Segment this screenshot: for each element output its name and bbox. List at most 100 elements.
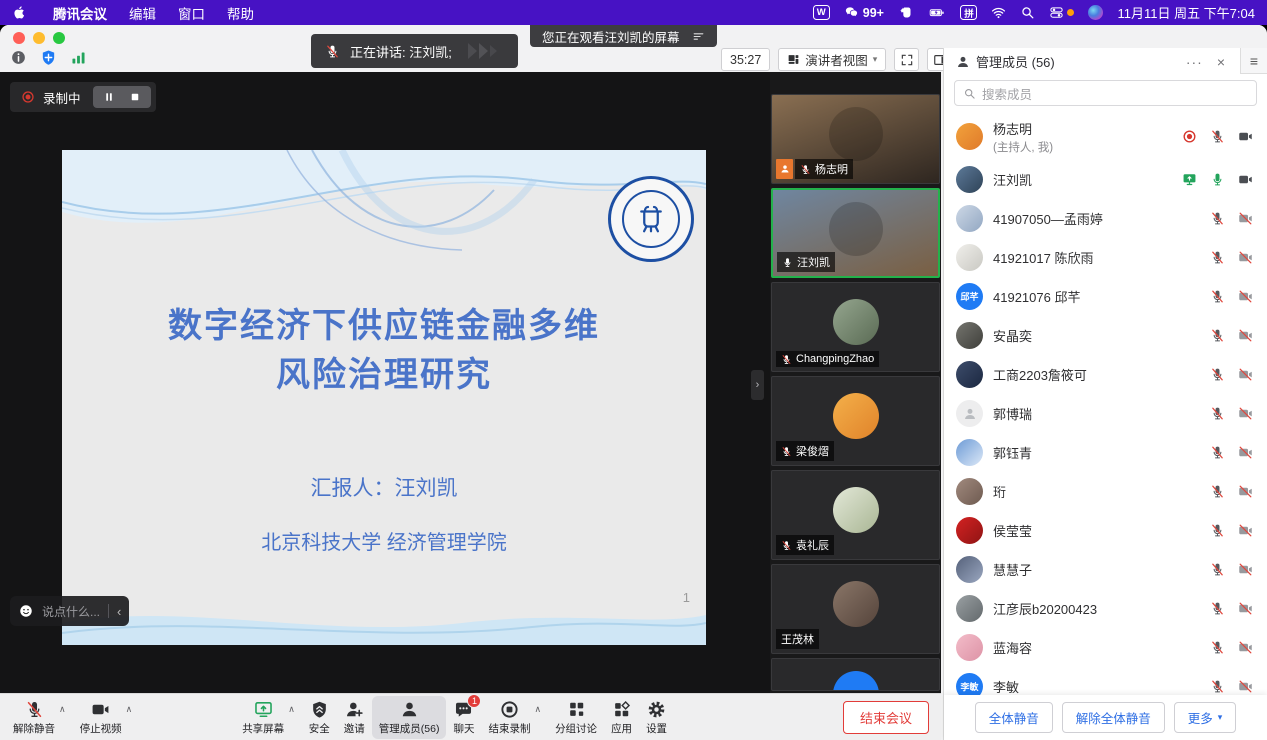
wechat-menubar-item[interactable]: 99+: [844, 5, 884, 20]
member-row-李敏[interactable]: 李敏李敏: [944, 667, 1267, 695]
wifi-icon[interactable]: [991, 5, 1006, 20]
control-center-icon[interactable]: [1049, 5, 1074, 20]
toolbar-停止视频[interactable]: 停止视频∧: [73, 696, 140, 739]
member-row-慧慧子[interactable]: 慧慧子: [944, 550, 1267, 589]
chat-collapse-chevron-icon[interactable]: ‹: [117, 604, 121, 619]
emoji-icon[interactable]: [18, 603, 34, 619]
member-row-工商2203詹筱可[interactable]: 工商2203詹筱可: [944, 355, 1267, 394]
mic-muted-icon[interactable]: [1210, 679, 1225, 694]
mic-muted-icon[interactable]: [1210, 601, 1225, 616]
toolbar-应用[interactable]: 应用: [604, 696, 639, 739]
video-strip-collapse-handle[interactable]: ›: [751, 370, 764, 400]
unmute-all-button[interactable]: 解除全体静音: [1062, 702, 1165, 733]
video-tile-王茂林[interactable]: 王茂林: [771, 564, 940, 654]
menu-app[interactable]: 腾讯会议: [53, 3, 107, 23]
mic-muted-icon[interactable]: [1210, 250, 1225, 265]
close-window-button[interactable]: [13, 32, 25, 44]
toolbar-聊天[interactable]: 1聊天: [446, 696, 481, 739]
member-row-41921017 陈欣雨[interactable]: 41921017 陈欣雨: [944, 238, 1267, 277]
chevron-up-icon[interactable]: ∧: [126, 704, 133, 715]
wechat-icon[interactable]: [844, 5, 859, 20]
siri-icon[interactable]: [1088, 5, 1103, 20]
member-row-41921076 邱芊[interactable]: 邱芊41921076 邱芊: [944, 277, 1267, 316]
camera-off-icon[interactable]: [1238, 328, 1253, 343]
mic-muted-icon[interactable]: [1210, 445, 1225, 460]
recording-indicator-icon[interactable]: [1182, 129, 1197, 144]
network-signal-icon[interactable]: [70, 49, 87, 66]
mic-muted-icon[interactable]: [1210, 406, 1225, 421]
mic-muted-icon[interactable]: [1210, 289, 1225, 304]
minimize-window-button[interactable]: [33, 32, 45, 44]
camera-off-icon[interactable]: [1238, 211, 1253, 226]
member-search-input[interactable]: 搜索成员: [954, 80, 1257, 106]
video-tile-杨志明[interactable]: 杨志明: [771, 94, 940, 184]
camera-off-icon[interactable]: [1238, 562, 1253, 577]
camera-off-icon[interactable]: [1238, 406, 1253, 421]
mic-muted-icon[interactable]: [1210, 640, 1225, 655]
camera-off-icon[interactable]: [1238, 289, 1253, 304]
chevron-up-icon[interactable]: ∧: [59, 704, 66, 715]
chevron-up-icon[interactable]: ∧: [534, 704, 541, 715]
mic-on-icon[interactable]: [1210, 172, 1225, 187]
panel-more-icon[interactable]: ···: [1186, 54, 1203, 70]
more-button[interactable]: 更多▾: [1174, 702, 1237, 733]
menu-1[interactable]: 编辑: [129, 3, 156, 23]
camera-off-icon[interactable]: [1238, 367, 1253, 382]
camera-off-icon[interactable]: [1238, 640, 1253, 655]
camera-off-icon[interactable]: [1238, 523, 1253, 538]
panel-close-icon[interactable]: ×: [1217, 54, 1225, 70]
toolbar-设置[interactable]: 设置: [639, 696, 674, 739]
toolbar-管理成员(56)[interactable]: 管理成员(56): [372, 696, 447, 739]
battery-icon[interactable]: [927, 5, 947, 20]
stop-recording-button[interactable]: [129, 91, 141, 103]
apple-menu-icon[interactable]: [12, 5, 27, 20]
member-row-郭博瑞[interactable]: 郭博瑞: [944, 394, 1267, 433]
video-tile-ChangpingZhao[interactable]: ChangpingZhao: [771, 282, 940, 372]
pause-recording-button[interactable]: [103, 91, 115, 103]
camera-on-icon[interactable]: [1238, 129, 1253, 144]
member-row-珩[interactable]: 珩: [944, 472, 1267, 511]
camera-on-icon[interactable]: [1238, 172, 1253, 187]
camera-off-icon[interactable]: [1238, 601, 1253, 616]
mic-muted-icon[interactable]: [1210, 523, 1225, 538]
toolbar-结束录制[interactable]: 结束录制∧: [481, 696, 548, 739]
mic-muted-icon[interactable]: [1210, 328, 1225, 343]
quick-chat-input[interactable]: 说点什么... ‹: [10, 596, 129, 626]
mic-muted-icon[interactable]: [1210, 129, 1225, 144]
meeting-security-shield-icon[interactable]: [40, 49, 57, 66]
toolbar-安全[interactable]: 安全: [302, 696, 337, 739]
zoom-window-button[interactable]: [53, 32, 65, 44]
toolbar-共享屏幕[interactable]: 共享屏幕∧: [235, 696, 302, 739]
member-row-蓝海容[interactable]: 蓝海容: [944, 628, 1267, 667]
menu-2[interactable]: 窗口: [178, 3, 205, 23]
video-tile-梁俊熠[interactable]: 梁俊熠: [771, 376, 940, 466]
meeting-info-icon[interactable]: [10, 49, 27, 66]
member-row-41907050—孟雨婷[interactable]: 41907050—孟雨婷: [944, 199, 1267, 238]
evernote-icon[interactable]: [898, 5, 913, 20]
camera-off-icon[interactable]: [1238, 445, 1253, 460]
toolbar-邀请[interactable]: 邀请: [337, 696, 372, 739]
member-row-汪刘凯[interactable]: 汪刘凯: [944, 160, 1267, 199]
menu-3[interactable]: 帮助: [227, 3, 254, 23]
video-tile-袁礼辰[interactable]: 袁礼辰: [771, 470, 940, 560]
fullscreen-button[interactable]: [894, 48, 919, 71]
wps-icon[interactable]: W: [813, 5, 830, 20]
member-row-郭钰青[interactable]: 郭钰青: [944, 433, 1267, 472]
mute-all-button[interactable]: 全体静音: [975, 702, 1053, 733]
member-row-安晶奕[interactable]: 安晶奕: [944, 316, 1267, 355]
mic-muted-icon[interactable]: [1210, 562, 1225, 577]
end-meeting-button[interactable]: 结束会议: [843, 701, 929, 734]
pinyin-input-icon[interactable]: 拼: [960, 5, 977, 20]
member-row-江彦辰b20200423[interactable]: 江彦辰b20200423: [944, 589, 1267, 628]
mic-muted-icon[interactable]: [1210, 367, 1225, 382]
video-tile-汪刘凯[interactable]: 汪刘凯: [771, 188, 940, 278]
chevron-up-icon[interactable]: ∧: [288, 704, 295, 715]
mic-muted-icon[interactable]: [1210, 211, 1225, 226]
member-row-杨志明[interactable]: 杨志明(主持人, 我): [944, 113, 1267, 160]
screen-sharing-icon[interactable]: [1182, 172, 1197, 187]
view-mode-dropdown[interactable]: 演讲者视图 ▾: [778, 48, 886, 71]
panel-hamburger-icon[interactable]: ≡: [1240, 48, 1267, 74]
camera-off-icon[interactable]: [1238, 250, 1253, 265]
toolbar-分组讨论[interactable]: 分组讨论: [548, 696, 604, 739]
mic-muted-icon[interactable]: [1210, 484, 1225, 499]
